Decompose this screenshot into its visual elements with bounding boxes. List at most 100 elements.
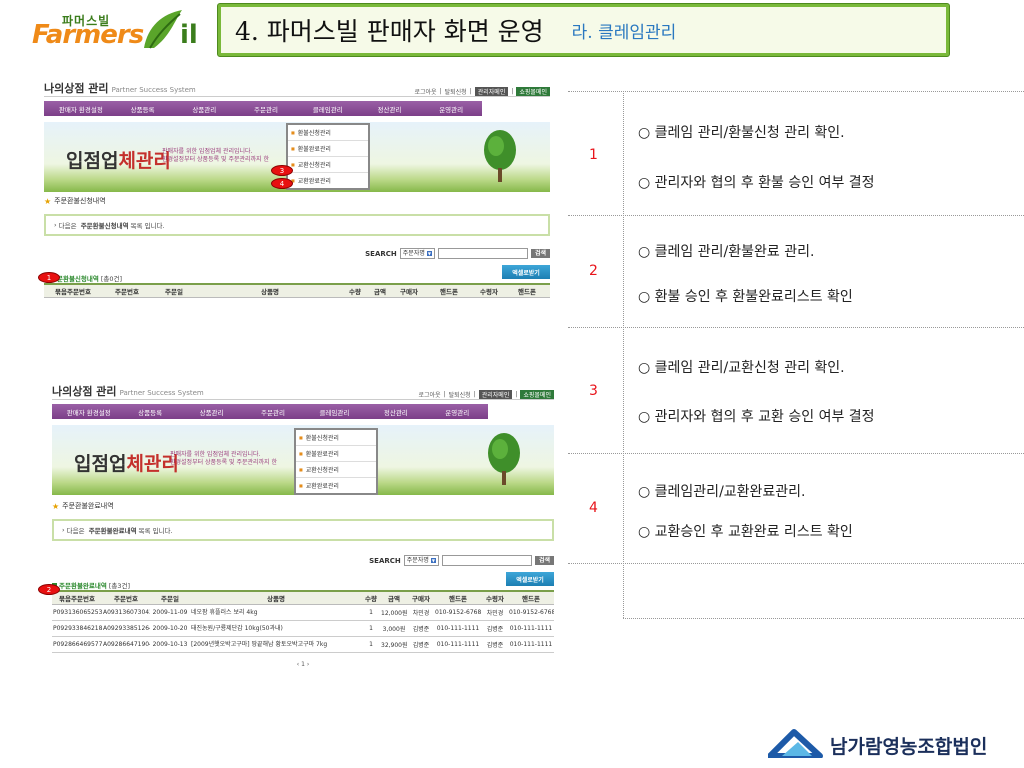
step-desc-line: ○ 관리자와 협의 후 환불 승인 여부 결정 xyxy=(638,175,875,191)
excel-download-button[interactable]: 엑셀로받기 xyxy=(502,265,550,279)
step-number: 4 xyxy=(589,500,598,516)
col-phone-2: 핸드폰 xyxy=(508,590,554,605)
shop-header: 나의상점 관리 Partner Success System 로그아웃 | 탈퇴신청… xyxy=(44,82,550,97)
col-product: 상품명 xyxy=(196,283,344,298)
admin-main-button[interactable]: 관리자메인 xyxy=(478,390,513,399)
menu-refund-request[interactable]: 환불신청관리 xyxy=(296,430,376,446)
logo-text: Farmers xyxy=(32,20,144,50)
col-buyer: 구매자 xyxy=(408,590,434,605)
step-number: 1 xyxy=(589,147,598,163)
withdraw-link[interactable]: 탈퇴신청 xyxy=(449,390,471,399)
search-input[interactable] xyxy=(437,248,528,259)
menu-exchange-request[interactable]: 교환신청관리 xyxy=(288,157,368,173)
nav-operation[interactable]: 운영관리 xyxy=(420,104,482,114)
step-desc-line: ○ 교환승인 후 교환완료 리스트 확인 xyxy=(638,524,853,540)
tree-icon xyxy=(488,433,520,485)
divider xyxy=(568,215,1024,216)
list-title: 주문환불완료내역 [총3건] xyxy=(52,580,554,590)
star-icon: ★ xyxy=(52,501,60,511)
menu-exchange-complete[interactable]: 교환완료관리 xyxy=(296,478,376,493)
mall-main-button[interactable]: 쇼핑몰메인 xyxy=(520,390,554,399)
col-recipient: 수령자 xyxy=(482,590,508,605)
step-number: 3 xyxy=(589,383,598,399)
menu-refund-complete[interactable]: 환불완료관리 xyxy=(296,446,376,462)
nav-product-manage[interactable]: 상품관리 xyxy=(181,407,242,417)
pagination[interactable]: ‹ 1 › xyxy=(52,661,554,668)
tree-icon xyxy=(484,130,516,182)
claim-dropdown-menu: 환불신청관리 환불완료관리 교환신청관리 교환완료관리 xyxy=(286,123,370,190)
section-title: ★ 주문환불신청내역 xyxy=(44,196,106,206)
col-product: 상품명 xyxy=(190,590,362,605)
divider xyxy=(623,618,1024,619)
nav-product-manage[interactable]: 상품관리 xyxy=(173,104,235,114)
banner-title: 입점업체관리 xyxy=(74,453,179,475)
claim-screen-refund-complete: 나의상점 관리 Partner Success System 로그아웃 | 탈퇴신청… xyxy=(38,385,554,668)
step-desc-line: ○ 클레임 관리/환불신청 관리 확인. xyxy=(638,125,845,141)
col-amount: 금액 xyxy=(380,590,408,605)
section-title: ★ 주문환불완료내역 xyxy=(52,501,114,511)
notice-box: › 다음은 주문환불완료내역 목록 입니다. xyxy=(52,519,554,541)
col-order-date: 주문일 xyxy=(150,590,190,605)
nav-seller-settings[interactable]: 판매자 환경설정 xyxy=(58,407,119,417)
step-desc-line: ○ 클레임관리/교환완료관리. xyxy=(638,484,806,500)
nav-product-register[interactable]: 상품등록 xyxy=(119,407,180,417)
leaf-logo-icon xyxy=(144,10,182,49)
withdraw-link[interactable]: 탈퇴신청 xyxy=(445,87,467,96)
main-nav: 판매자 환경설정 상품등록 상품관리 주문관리 클레임관리 정산관리 운영관리 xyxy=(52,404,488,419)
col-phone-2: 핸드폰 xyxy=(504,283,550,298)
admin-main-button[interactable]: 관리자메인 xyxy=(474,87,509,96)
col-recipient: 수령자 xyxy=(474,283,504,298)
logout-link[interactable]: 로그아웃 xyxy=(415,87,437,96)
nav-settlement[interactable]: 정산관리 xyxy=(359,104,421,114)
step-desc-line: ○ 환불 승인 후 환불완료리스트 확인 xyxy=(638,289,853,305)
col-bundle-no: 묶음주문번호 xyxy=(52,590,102,605)
divider xyxy=(568,327,1024,328)
claim-dropdown-menu: 환불신청관리 환불완료관리 교환신청관리 교환완료관리 xyxy=(294,428,378,495)
search-field-select[interactable]: 주문자명 xyxy=(403,555,439,566)
shop-header: 나의상점 관리 Partner Success System 로그아웃 | 탈퇴신청… xyxy=(52,385,554,400)
mall-main-button[interactable]: 쇼핑몰메인 xyxy=(516,87,550,96)
nav-order-manage[interactable]: 주문관리 xyxy=(242,407,303,417)
nav-settlement[interactable]: 정산관리 xyxy=(365,407,426,417)
step-desc-line: ○ 클레임 관리/교환신청 관리 확인. xyxy=(638,360,845,376)
column-divider xyxy=(623,91,624,618)
shop-brand: 나의상점 관리 Partner Success System xyxy=(44,82,196,95)
mountain-logo-icon xyxy=(768,729,823,758)
logout-link[interactable]: 로그아웃 xyxy=(419,390,441,399)
search-field-select[interactable]: 주문자명 xyxy=(399,248,435,259)
notice-box: › 다음은 주문환불신청내역 목록 입니다. xyxy=(44,214,550,236)
menu-exchange-complete[interactable]: 교환완료관리 xyxy=(288,173,368,188)
nav-order-manage[interactable]: 주문관리 xyxy=(235,104,297,114)
step-desc-line: ○ 클레임 관리/환불완료 관리. xyxy=(638,244,815,260)
col-amount: 금액 xyxy=(366,283,394,298)
nav-seller-settings[interactable]: 판매자 환경설정 xyxy=(50,104,112,114)
table-row[interactable]: P093136065253 A093136073043 2009-11-09 네오팜 … xyxy=(52,604,554,621)
claim-screen-refund-request: 나의상점 관리 Partner Success System 로그아웃 | 탈퇴신청… xyxy=(38,82,550,298)
table-row[interactable]: P092933846218 A092933851264 2009-10-20 태진농원… xyxy=(52,620,554,637)
nav-claim-manage[interactable]: 클레임관리 xyxy=(304,407,365,417)
step-number: 2 xyxy=(589,263,598,279)
nav-product-register[interactable]: 상품등록 xyxy=(112,104,174,114)
star-icon: ★ xyxy=(44,196,52,206)
step-marker-3: 3 xyxy=(271,165,293,176)
menu-exchange-request[interactable]: 교환신청관리 xyxy=(296,462,376,478)
nav-claim-manage[interactable]: 클레임관리 xyxy=(297,104,359,114)
search-button[interactable]: 검색 xyxy=(530,249,550,258)
table-row[interactable]: P092866469577 A092866471904 2009-10-13 [200… xyxy=(52,636,554,653)
step-desc-line: ○ 관리자와 협의 후 교환 승인 여부 결정 xyxy=(638,409,875,425)
menu-refund-request[interactable]: 환불신청관리 xyxy=(288,125,368,141)
divider xyxy=(568,453,1024,454)
refund-request-table: 묶음주문번호 주문번호 주문일 상품명 수량 금액 구매자 핸드폰 수령자 핸드… xyxy=(44,283,550,298)
banner-subtitle: 판매자를 위한 입점업체 관리입니다. 환경설정부터 상품등록 및 주문관리까지 … xyxy=(162,148,269,163)
slide-title-bar: 4. 파머스빌 판매자 화면 운영 라. 클레임관리 xyxy=(217,3,950,57)
list-title: 주문환불신청내역 [총0건] xyxy=(44,273,550,283)
search-input[interactable] xyxy=(441,555,532,566)
col-order-date: 주문일 xyxy=(152,283,196,298)
excel-download-button[interactable]: 엑셀로받기 xyxy=(506,572,554,586)
search-button[interactable]: 검색 xyxy=(534,556,554,565)
menu-refund-complete[interactable]: 환불완료관리 xyxy=(288,141,368,157)
logo-text-end: il xyxy=(180,20,198,50)
nav-operation[interactable]: 운영관리 xyxy=(427,407,488,417)
shop-brand: 나의상점 관리 Partner Success System xyxy=(52,385,204,398)
col-order-no: 주문번호 xyxy=(102,283,152,298)
